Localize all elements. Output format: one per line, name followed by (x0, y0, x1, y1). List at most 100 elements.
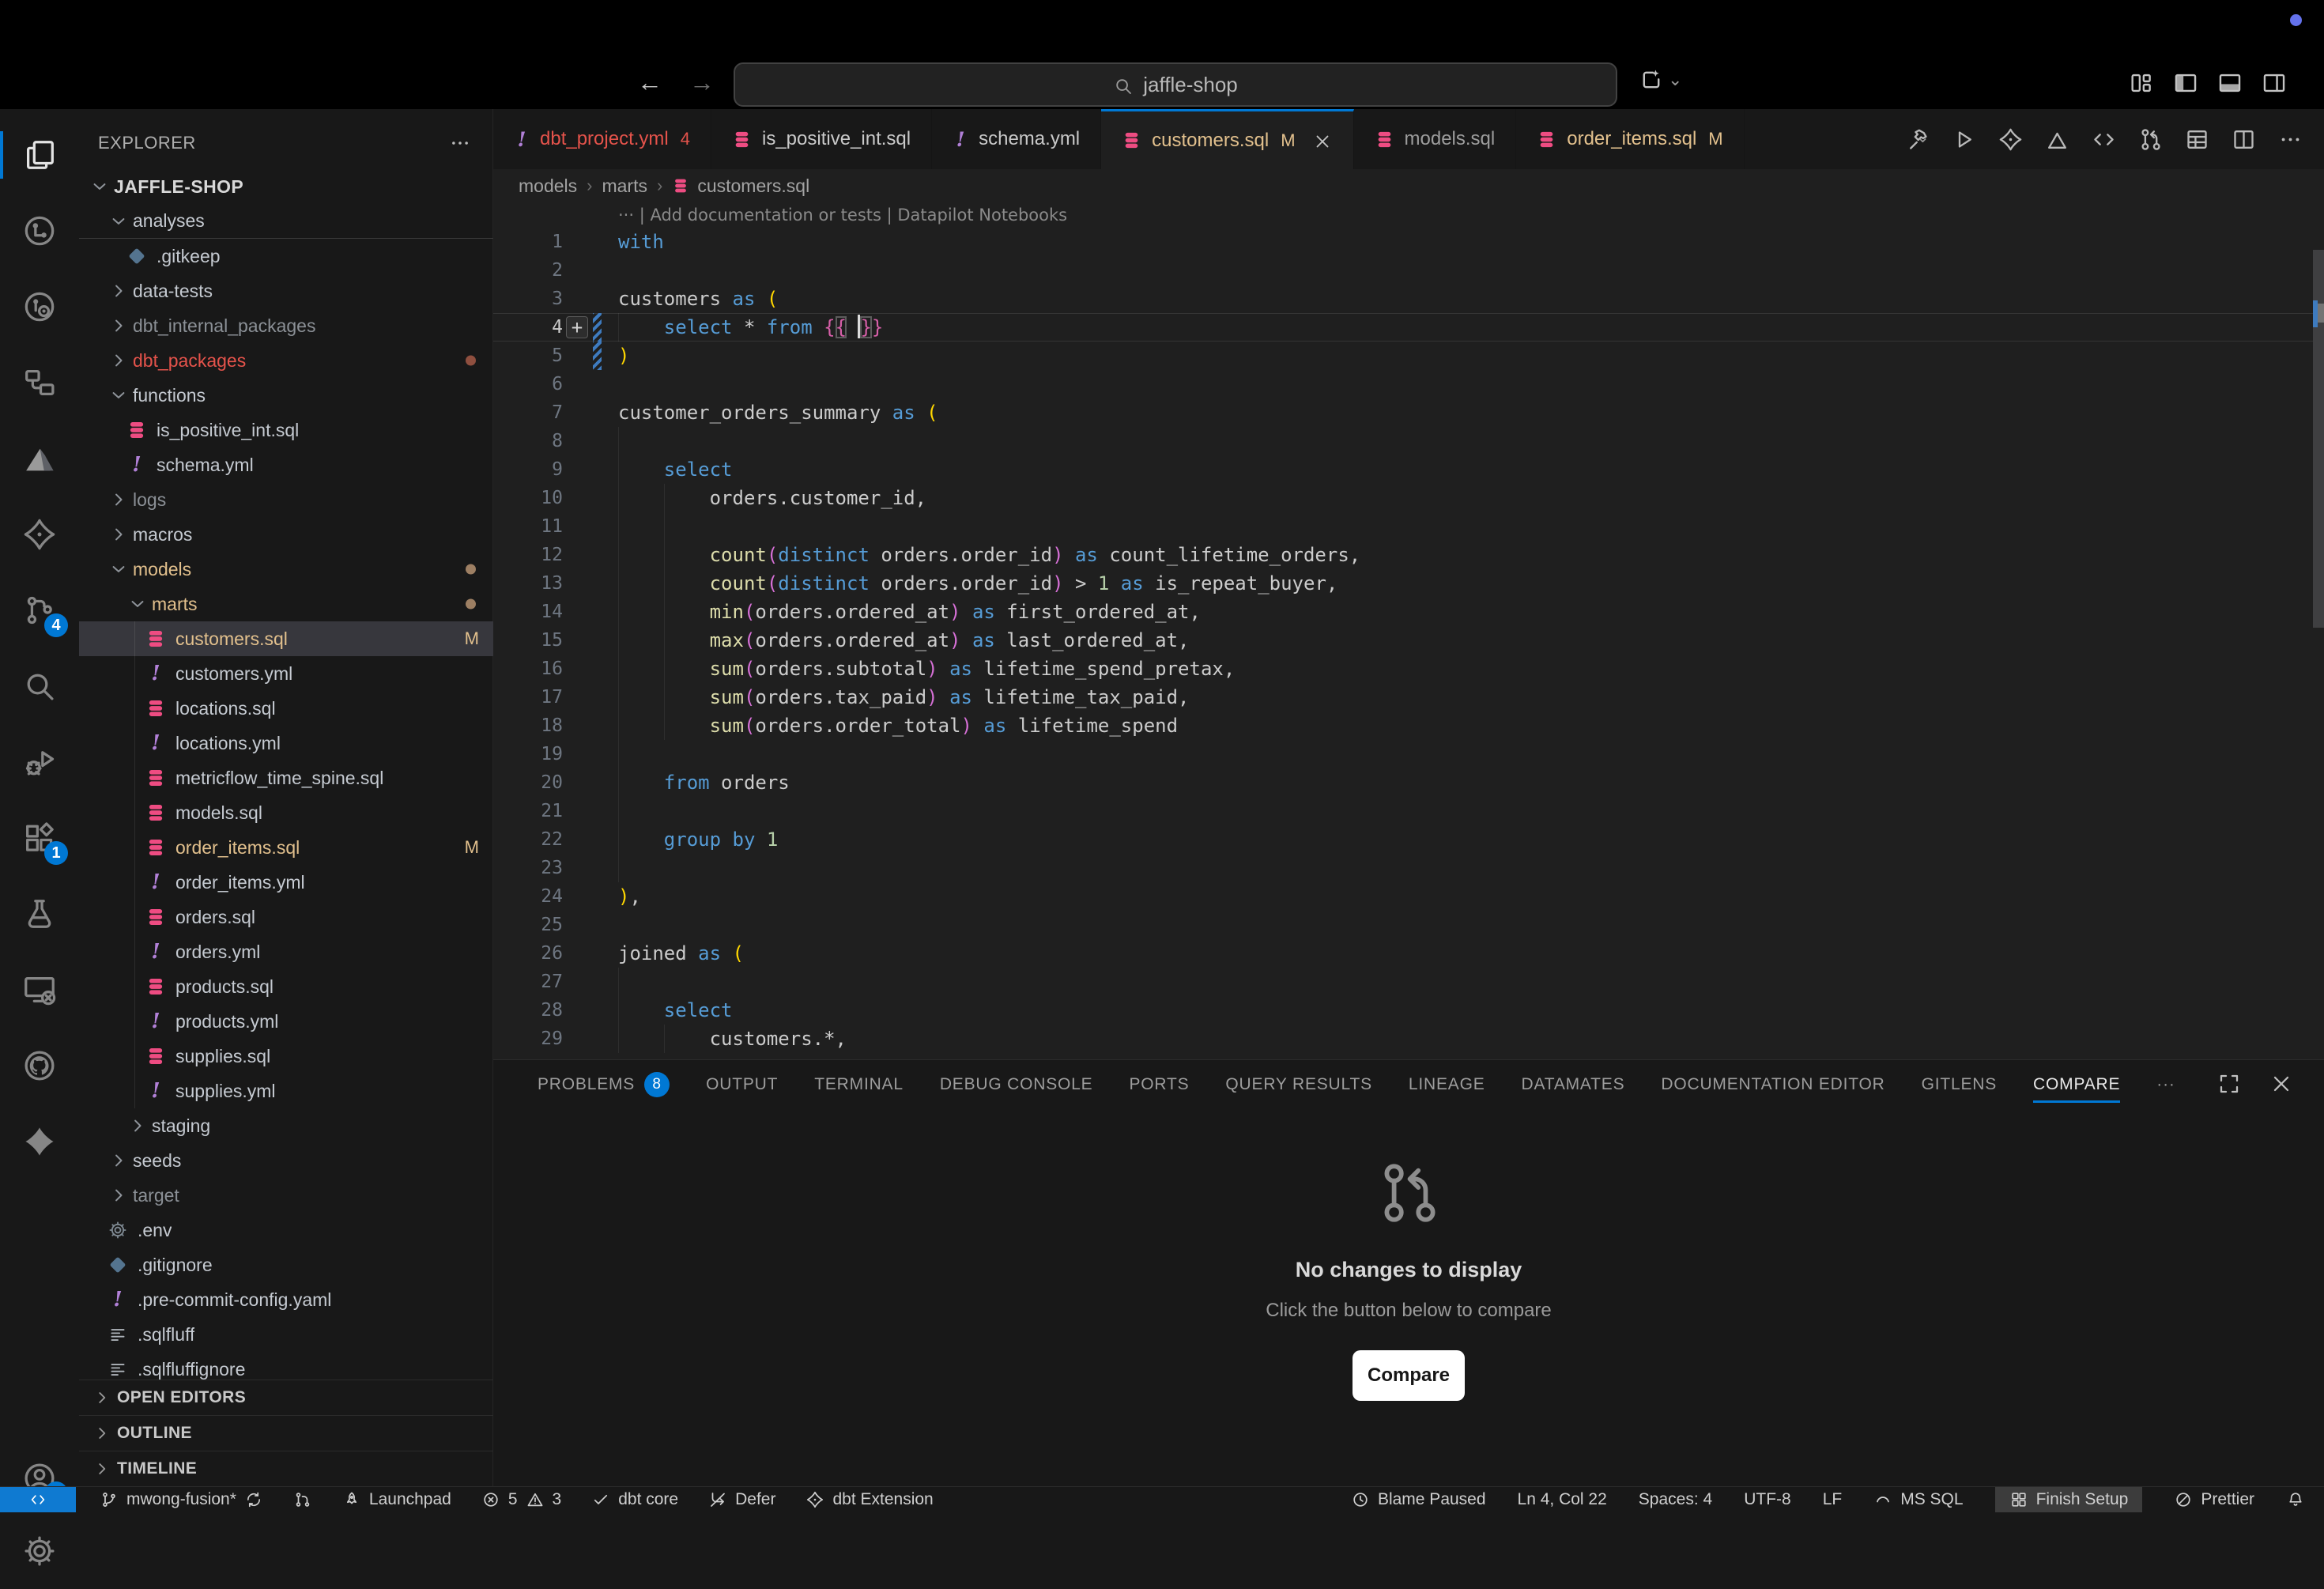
panel-tab-terminal[interactable]: TERMINAL (814, 1060, 904, 1109)
status-gitlens[interactable] (293, 1487, 312, 1512)
code-line-7[interactable]: 7customer_orders_summary as ( (493, 398, 2313, 427)
more-actions-button[interactable] (2277, 126, 2303, 153)
code-line-4[interactable]: 4+ select * from {{ }} (493, 313, 2313, 342)
tree-file--sqlfluff[interactable]: .sqlfluff (79, 1317, 493, 1352)
codelens-links[interactable]: ··· | Add documentation or tests | Datap… (618, 206, 1067, 225)
code-line-29[interactable]: 29 customers.*, (493, 1025, 2313, 1053)
status-problems[interactable]: 53 (481, 1487, 561, 1512)
tree-file-supplies-yml[interactable]: !supplies.yml (79, 1074, 493, 1108)
tree-file-metricflow-time-spine-sql[interactable]: metricflow_time_spine.sql (79, 761, 493, 795)
tree-file--env[interactable]: .env (79, 1213, 493, 1247)
panel-more-tabs-button[interactable]: ··· (2156, 1060, 2175, 1109)
tree-folder-dbt-internal-packages[interactable]: dbt_internal_packages (79, 308, 493, 343)
tree-file-orders-sql[interactable]: orders.sql (79, 900, 493, 934)
code-line-3[interactable]: 3customers as ( (493, 285, 2313, 313)
activity-settings[interactable] (0, 1513, 79, 1589)
editor-tab-models-sql[interactable]: models.sql (1354, 109, 1517, 169)
tree-file-orders-yml[interactable]: !orders.yml (79, 934, 493, 969)
panel-tab-output[interactable]: OUTPUT (706, 1060, 778, 1109)
editor-tab-customers-sql[interactable]: customers.sqlM (1101, 109, 1353, 169)
panel-tab-lineage[interactable]: LINEAGE (1409, 1060, 1485, 1109)
status-language-mode[interactable]: MS SQL (1873, 1487, 1963, 1512)
panel-maximize-button[interactable] (2216, 1071, 2242, 1096)
command-center-search[interactable]: jaffle-shop (734, 62, 1617, 107)
code-line-1[interactable]: 1with (493, 228, 2313, 256)
explorer-more-actions-button[interactable] (448, 131, 472, 155)
tree-folder-target[interactable]: target (79, 1178, 493, 1213)
status-notifications[interactable] (2286, 1487, 2305, 1512)
editor-scrollbar[interactable] (2313, 169, 2324, 1059)
activity-explorer[interactable] (0, 117, 79, 193)
tree-file-products-sql[interactable]: products.sql (79, 969, 493, 1004)
code-line-14[interactable]: 14 min(orders.ordered_at) as first_order… (493, 598, 2313, 626)
tree-file-order-items-sql[interactable]: order_items.sqlM (79, 830, 493, 865)
status-branch[interactable]: mwong-fusion* (100, 1487, 263, 1512)
toggle-primary-sidebar-button[interactable] (2172, 70, 2199, 96)
code-line-26[interactable]: 26joined as ( (493, 939, 2313, 968)
editor-tab-dbt-project-yml[interactable]: !dbt_project.yml4 (493, 109, 711, 169)
activity-dbt-power-user[interactable] (0, 496, 79, 572)
git-compare-button[interactable] (2137, 126, 2164, 153)
status-blame[interactable]: Blame Paused (1351, 1487, 1486, 1512)
activity-source-control[interactable]: 4 (0, 572, 79, 648)
tree-folder-marts[interactable]: marts (79, 587, 493, 621)
activity-lineage-preview[interactable] (0, 269, 79, 345)
tree-folder-dbt-packages[interactable]: dbt_packages (79, 343, 493, 378)
tree-folder-staging[interactable]: staging (79, 1108, 493, 1143)
query-results-table-button[interactable] (2184, 126, 2210, 153)
code-line-17[interactable]: 17 sum(orders.tax_paid) as lifetime_tax_… (493, 683, 2313, 711)
code-line-15[interactable]: 15 max(orders.ordered_at) as last_ordere… (493, 626, 2313, 655)
code-line-12[interactable]: 12 count(distinct orders.order_id) as co… (493, 541, 2313, 569)
status-dbt-core[interactable]: dbt core (591, 1487, 678, 1512)
sidebar-section-open-editors[interactable]: OPEN EDITORS (79, 1380, 493, 1415)
editor-tab-is-positive-int-sql[interactable]: is_positive_int.sql (711, 109, 932, 169)
tree-file--pre-commit-config-yaml[interactable]: !.pre-commit-config.yaml (79, 1282, 493, 1317)
navigate-back-button[interactable]: ← (637, 68, 662, 97)
code-line-18[interactable]: 18 sum(orders.order_total) as lifetime_s… (493, 711, 2313, 740)
activity-github[interactable] (0, 1028, 79, 1104)
toggle-secondary-sidebar-button[interactable] (2261, 70, 2288, 96)
code-line-9[interactable]: 9 select (493, 455, 2313, 484)
breadcrumb-item[interactable]: marts (602, 176, 647, 197)
status-dbt-extension[interactable]: dbt Extension (805, 1487, 933, 1512)
status-prettier[interactable]: Prettier (2174, 1487, 2254, 1512)
run-query-button[interactable] (1951, 126, 1977, 153)
navigate-forward-button[interactable]: → (689, 68, 715, 97)
panel-close-button[interactable] (2269, 1071, 2294, 1096)
status-finish-setup[interactable]: Finish Setup (1995, 1487, 2143, 1512)
code-line-10[interactable]: 10 orders.customer_id, (493, 484, 2313, 512)
status-launchpad[interactable]: Launchpad (342, 1487, 451, 1512)
activity-lineage-graph[interactable] (0, 193, 79, 269)
code-line-19[interactable]: 19 (493, 740, 2313, 768)
close-icon[interactable] (1312, 130, 1333, 151)
tree-file-supplies-sql[interactable]: supplies.sql (79, 1039, 493, 1074)
code-line-20[interactable]: 20 from orders (493, 768, 2313, 797)
status-defer[interactable]: Defer (708, 1487, 775, 1512)
code-line-11[interactable]: 11 (493, 512, 2313, 541)
code-line-27[interactable]: 27 (493, 968, 2313, 996)
activity-flowchart[interactable] (0, 345, 79, 421)
code-line-5[interactable]: 5) (493, 342, 2313, 370)
panel-tab-compare[interactable]: COMPARE (2033, 1060, 2120, 1109)
share-button[interactable]: ⌄ (1638, 66, 1682, 93)
tree-folder-data-tests[interactable]: data-tests (79, 274, 493, 308)
panel-tab-query-results[interactable]: QUERY RESULTS (1225, 1060, 1371, 1109)
tree-file-models-sql[interactable]: models.sql (79, 795, 493, 830)
code-line-28[interactable]: 28 select (493, 996, 2313, 1025)
tree-folder-logs[interactable]: logs (79, 482, 493, 517)
editor-tab-order-items-sql[interactable]: order_items.sqlM (1516, 109, 1744, 169)
tree-folder-models[interactable]: models (79, 552, 493, 587)
panel-tab-debug-console[interactable]: DEBUG CONSOLE (940, 1060, 1093, 1109)
split-editor-button[interactable] (2231, 126, 2257, 153)
code-line-13[interactable]: 13 count(distinct orders.order_id) > 1 a… (493, 569, 2313, 598)
code-line-25[interactable]: 25 (493, 911, 2313, 939)
panel-tab-gitlens[interactable]: GITLENS (1922, 1060, 1997, 1109)
tree-folder-analyses[interactable]: analyses (79, 204, 493, 239)
status-remote[interactable] (0, 1487, 76, 1512)
activity-remote-explorer[interactable] (0, 952, 79, 1028)
customize-layout-button[interactable] (2128, 70, 2155, 96)
panel-tab-ports[interactable]: PORTS (1129, 1060, 1189, 1109)
dbt-power-user-action-button[interactable] (1998, 126, 2024, 153)
status-encoding[interactable]: UTF-8 (1744, 1487, 1791, 1512)
code-line-22[interactable]: 22 group by 1 (493, 825, 2313, 854)
